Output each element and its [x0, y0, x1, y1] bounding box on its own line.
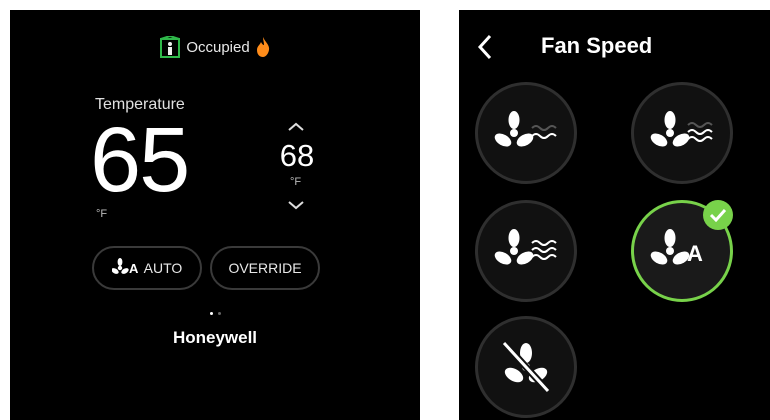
occupancy-label: Occupied: [186, 38, 250, 56]
fan-auto-icon: A: [111, 258, 139, 276]
temperature-unit: °F: [96, 208, 108, 220]
setpoint-value: 68: [279, 138, 315, 173]
fan-low-button[interactable]: [475, 82, 577, 184]
override-button[interactable]: OVERRIDE: [210, 246, 320, 290]
fan-medium-button[interactable]: [631, 82, 733, 184]
fan-mode-label: AUTO: [143, 260, 183, 276]
fan-high-button[interactable]: [475, 200, 577, 302]
fan-off-icon: [501, 340, 551, 394]
occupancy-status: Occupied: [10, 36, 420, 58]
fan-medium-icon: [650, 111, 713, 147]
fan-speed-screen: Fan Speed A: [459, 10, 770, 420]
fan-mode-button[interactable]: A AUTO: [92, 246, 202, 290]
chevron-down-icon[interactable]: [287, 200, 305, 210]
building-person-icon: [160, 36, 181, 58]
page-dot-active: [209, 312, 213, 315]
chevron-up-icon[interactable]: [287, 122, 305, 132]
current-temperature: 65: [90, 109, 190, 211]
chevron-left-icon[interactable]: [477, 34, 493, 60]
fan-high-icon: [494, 229, 557, 265]
setpoint-unit: °F: [290, 176, 302, 188]
selected-checkmark-icon: [703, 200, 733, 230]
fan-off-button[interactable]: [475, 316, 577, 418]
fan-low-icon: [494, 111, 557, 147]
fan-speed-title: Fan Speed: [541, 33, 653, 58]
flame-icon: [256, 37, 269, 57]
svg-text:A: A: [129, 261, 139, 276]
page-indicator: [10, 312, 420, 315]
brand-logo: Honeywell: [172, 328, 258, 347]
thermostat-home-screen: Occupied Temperature 65 °F 68 °F A AUTO …: [10, 10, 420, 420]
fan-auto-icon: A: [650, 229, 703, 266]
svg-text:A: A: [687, 241, 703, 266]
override-label: OVERRIDE: [228, 260, 302, 276]
page-dot: [217, 312, 221, 315]
